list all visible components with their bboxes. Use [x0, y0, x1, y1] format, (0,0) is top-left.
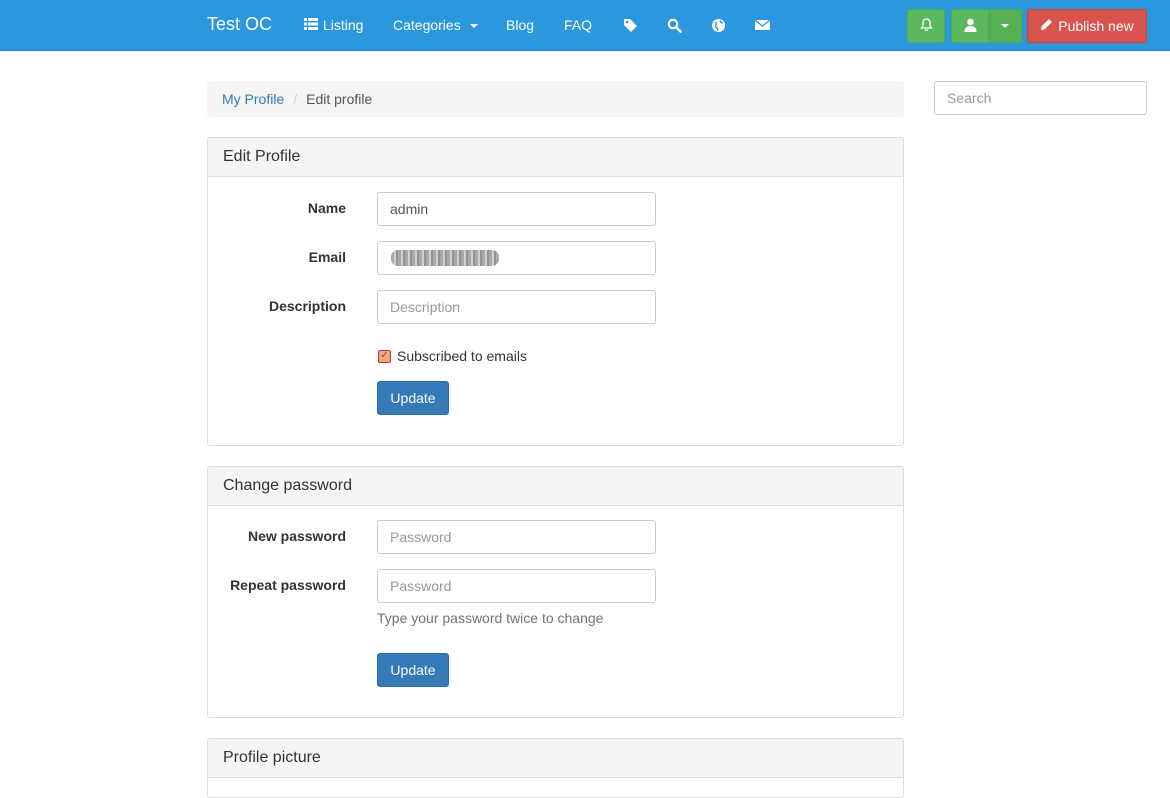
- breadcrumb-my-profile[interactable]: My Profile: [222, 91, 284, 107]
- nav-categories-label: Categories: [393, 17, 461, 33]
- breadcrumb-edit-profile: Edit profile: [306, 91, 373, 107]
- nav-listing[interactable]: Listing: [304, 17, 363, 33]
- email-row: Email: [208, 241, 903, 275]
- new-password-input[interactable]: [377, 520, 656, 554]
- envelope-icon[interactable]: [753, 16, 771, 34]
- nav-blog[interactable]: Blog: [506, 17, 534, 33]
- repeat-password-input[interactable]: [377, 569, 656, 603]
- top-navbar: Test OC Listing Categories Blog FAQ Publ…: [0, 0, 1170, 51]
- user-menu-caret-button[interactable]: [988, 9, 1022, 43]
- caret-down-icon: [469, 24, 478, 28]
- caret-down-icon: [1001, 24, 1009, 28]
- password-help-text: Type your password twice to change: [377, 610, 604, 626]
- repeat-password-row: Repeat password: [208, 569, 903, 603]
- change-password-heading: Change password: [208, 467, 903, 506]
- subscribed-checkbox-row: ✓ Subscribed to emails: [378, 348, 527, 364]
- publish-new-label: Publish new: [1058, 18, 1134, 34]
- sidebar-search-input[interactable]: [934, 81, 1147, 115]
- list-icon: [304, 17, 318, 33]
- tag-icon[interactable]: [621, 16, 639, 34]
- publish-new-button[interactable]: Publish new: [1027, 9, 1147, 43]
- user-menu-button[interactable]: [951, 9, 989, 43]
- name-row: Name: [208, 192, 903, 226]
- profile-picture-heading: Profile picture: [208, 739, 903, 778]
- nav-categories[interactable]: Categories: [393, 17, 478, 33]
- search-icon[interactable]: [665, 16, 683, 34]
- globe-icon[interactable]: [709, 16, 727, 34]
- nav-faq-label: FAQ: [564, 17, 593, 33]
- user-icon: [964, 18, 977, 35]
- breadcrumb: My Profile / Edit profile: [207, 81, 904, 117]
- subscribed-label: Subscribed to emails: [397, 348, 527, 364]
- update-password-button[interactable]: Update: [377, 653, 449, 687]
- notifications-button[interactable]: [907, 9, 945, 43]
- breadcrumb-separator: /: [293, 91, 298, 107]
- new-password-label: New password: [247, 528, 346, 544]
- update-profile-button[interactable]: Update: [377, 381, 449, 415]
- brand-link[interactable]: Test OC: [207, 14, 272, 35]
- nav-listing-label: Listing: [323, 17, 364, 33]
- edit-profile-heading: Edit Profile: [208, 138, 903, 177]
- change-password-panel: Change password New password Repeat pass…: [207, 466, 904, 718]
- new-password-row: New password: [208, 520, 903, 554]
- description-row: Description: [208, 290, 903, 324]
- name-label: Name: [307, 200, 346, 216]
- description-input[interactable]: [377, 290, 656, 324]
- bell-icon: [919, 17, 933, 35]
- nav-blog-label: Blog: [506, 17, 535, 33]
- nav-faq[interactable]: FAQ: [564, 17, 592, 33]
- pencil-icon: [1040, 18, 1053, 34]
- subscribed-checkbox[interactable]: ✓: [378, 349, 391, 363]
- email-label: Email: [308, 249, 346, 265]
- name-input[interactable]: [377, 192, 656, 226]
- profile-picture-panel: Profile picture: [207, 738, 904, 798]
- edit-profile-panel: Edit Profile Name Email Description ✓ Su…: [207, 137, 904, 446]
- description-label: Description: [268, 298, 346, 314]
- email-input[interactable]: [377, 241, 656, 275]
- repeat-password-label: Repeat password: [230, 577, 346, 593]
